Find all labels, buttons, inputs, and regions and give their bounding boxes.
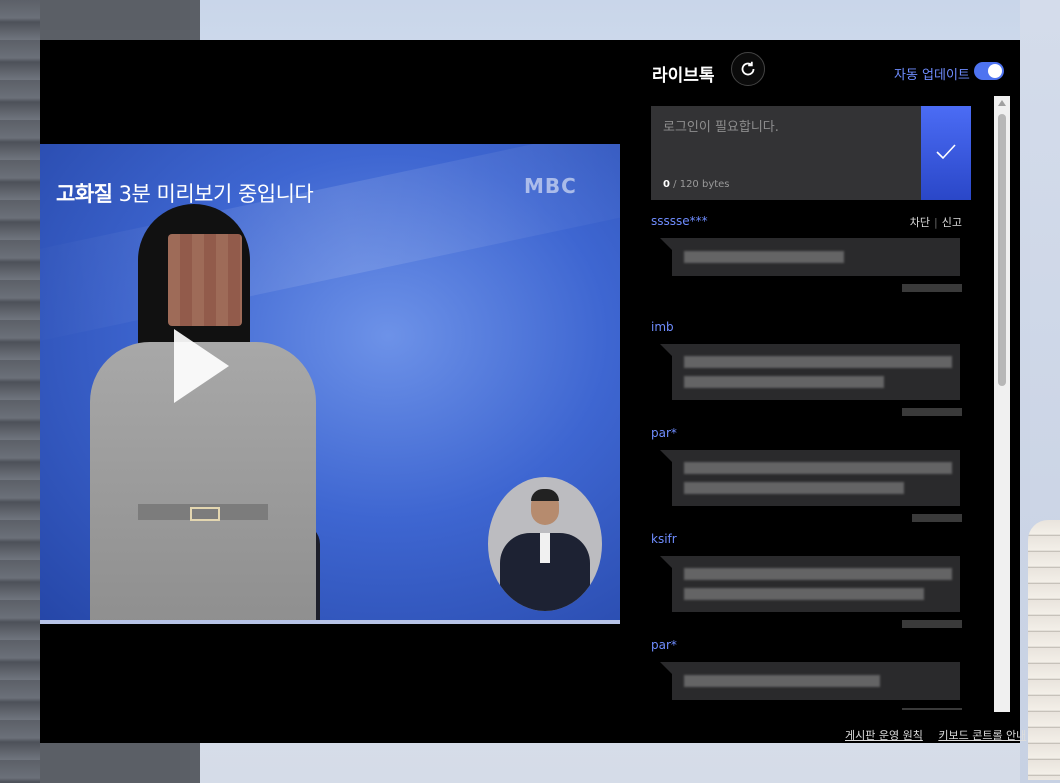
background-right: [1020, 0, 1060, 783]
news-desk: [40, 620, 620, 624]
live-talk-panel: 라이브톡 자동 업데이트 로그인이 필요합니다. 0 / 120 bytes s…: [650, 40, 1026, 743]
message-bubble: [660, 556, 960, 612]
chat-scrollbar[interactable]: [994, 96, 1010, 712]
message-username[interactable]: ksifr: [651, 532, 677, 546]
chat-input[interactable]: 로그인이 필요합니다. 0 / 120 bytes: [651, 106, 921, 200]
scroll-thumb[interactable]: [998, 114, 1006, 386]
message-username[interactable]: ssssse***: [651, 214, 708, 228]
message-meta: [902, 620, 962, 628]
submit-button[interactable]: [921, 106, 971, 200]
block-button[interactable]: 차단: [910, 216, 930, 229]
message-username[interactable]: par*: [651, 426, 677, 440]
message-meta: [902, 284, 962, 292]
refresh-icon: [741, 61, 755, 76]
background-top-strip: [40, 0, 200, 40]
board-rules-link[interactable]: 게시판 운영 원칙: [845, 729, 923, 742]
list-item: imb: [650, 318, 962, 424]
play-icon[interactable]: [174, 329, 229, 403]
message-meta: [902, 408, 962, 416]
background-bottom-strip: [40, 743, 200, 783]
keyboard-guide-link[interactable]: 키보드 콘트롤 안내: [938, 729, 1026, 742]
blurred-face: [168, 234, 242, 326]
message-list[interactable]: ssssse*** 차단 | 신고 imb par* ksifr par*: [650, 212, 962, 710]
check-icon: [936, 144, 956, 160]
message-meta: [912, 514, 962, 522]
byte-counter: 0 / 120 bytes: [663, 179, 730, 190]
list-item: par*: [650, 424, 962, 530]
message-bubble: [660, 238, 960, 276]
footer-links: 게시판 운영 원칙 키보드 콘트롤 안내: [833, 727, 1026, 743]
news-anchor: [90, 204, 320, 624]
auto-update-label: 자동 업데이트: [894, 68, 970, 83]
background-building-left: [0, 0, 40, 783]
message-meta: [902, 708, 962, 710]
toggle-knob: [988, 64, 1002, 78]
refresh-button[interactable]: [731, 52, 765, 86]
list-item: ksifr: [650, 530, 962, 636]
report-button[interactable]: 신고: [942, 216, 962, 229]
scroll-up-icon[interactable]: [998, 100, 1006, 106]
message-username[interactable]: imb: [651, 320, 674, 334]
message-bubble: [660, 662, 960, 700]
channel-logo: MBC: [524, 174, 577, 198]
list-item: ssssse*** 차단 | 신고: [650, 212, 962, 318]
message-bubble: [660, 344, 960, 400]
sign-language-interpreter: [488, 477, 602, 611]
chat-input-placeholder: 로그인이 필요합니다.: [663, 120, 779, 135]
background-tower: [1028, 520, 1060, 780]
video-player[interactable]: 고화질 3분 미리보기 중입니다 MBC: [40, 144, 620, 624]
list-item: par*: [650, 636, 962, 710]
live-player-frame: 고화질 3분 미리보기 중입니다 MBC 라이브톡 자동 업데이트 로그인이 필…: [40, 40, 1026, 743]
message-bubble: [660, 450, 960, 506]
message-username[interactable]: par*: [651, 638, 677, 652]
chat-title: 라이브톡: [652, 66, 715, 86]
auto-update-toggle[interactable]: [974, 62, 1004, 80]
message-actions: 차단 | 신고: [909, 216, 962, 229]
